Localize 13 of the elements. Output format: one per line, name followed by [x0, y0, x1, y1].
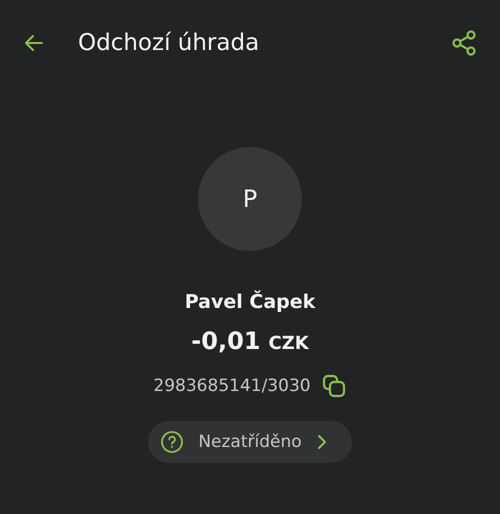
payee-name: Pavel Čapek	[184, 291, 316, 313]
avatar: P	[198, 147, 302, 251]
chevron-right-icon	[316, 434, 328, 450]
amount-currency: CZK	[268, 333, 309, 354]
category-chip[interactable]: Nezatříděno	[148, 421, 352, 463]
account-number: 2983685141/3030	[153, 376, 311, 396]
share-button[interactable]	[450, 29, 478, 57]
share-icon	[450, 29, 478, 57]
screen-title: Odchozí úhrada	[78, 30, 260, 56]
copy-button[interactable]	[320, 373, 347, 399]
copy-icon	[320, 373, 347, 399]
amount-value: -0,01	[191, 327, 260, 355]
question-icon	[160, 430, 184, 454]
